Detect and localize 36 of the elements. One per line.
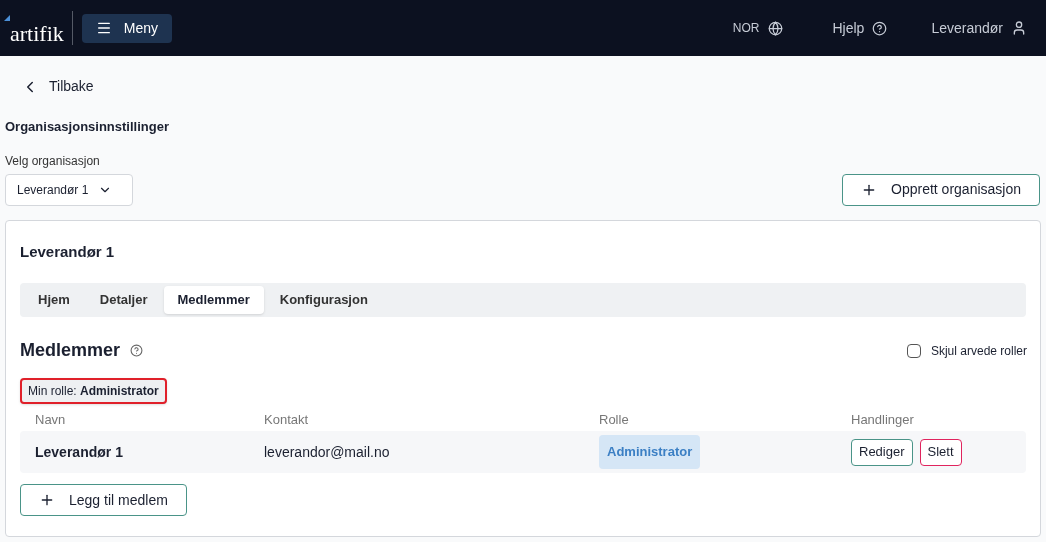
add-member-button[interactable]: Legg til medlem [20, 484, 187, 516]
edit-button[interactable]: Rediger [851, 438, 913, 466]
help-icon [130, 344, 144, 357]
globe-icon [767, 20, 783, 36]
create-organization-button[interactable]: Opprett organisasjon [842, 173, 1040, 206]
table-cell-text: leverandor@mail.no [264, 442, 391, 462]
delete-button[interactable]: Slett [919, 438, 962, 466]
section-title: Medlemmer [20, 339, 121, 362]
menu-icon [95, 20, 112, 36]
column-header: Kontakt [264, 411, 310, 430]
help-icon [872, 20, 888, 36]
logo: artifik [10, 23, 64, 45]
page-title: Organisasjonsinnstillinger [5, 118, 170, 136]
language-button[interactable]: NOR [732, 19, 783, 37]
plus-icon [39, 492, 55, 508]
logo-mark-icon [4, 15, 10, 21]
organization-select[interactable]: Leverandør 1 [5, 173, 133, 206]
tab[interactable]: Konfigurasjon [265, 286, 382, 314]
select-label: Velg organisasjon [5, 152, 101, 170]
tab[interactable]: Detaljer [85, 286, 162, 314]
menu-button[interactable]: Meny [81, 13, 172, 43]
role-badge: Administrator [599, 435, 701, 469]
tab[interactable]: Hjem [24, 286, 84, 314]
my-role: Min rolle: Administrator [20, 378, 167, 404]
column-header: Rolle [599, 411, 630, 430]
back-link[interactable]: Tilbake [21, 76, 94, 97]
help-button[interactable]: Hjelp [832, 17, 888, 39]
column-header: Navn [34, 411, 67, 430]
user-button[interactable]: Leverandør [931, 17, 1027, 39]
column-header: Handlinger [851, 411, 914, 430]
tab[interactable]: Medlemmer [163, 286, 264, 314]
table-cell-text: Leverandør 1 [34, 442, 124, 462]
checkbox-label: Skjul arvede roller [930, 342, 1027, 360]
checkbox[interactable] [906, 343, 921, 358]
card-title: Leverandør 1 [20, 241, 116, 262]
user-icon [1011, 20, 1027, 36]
